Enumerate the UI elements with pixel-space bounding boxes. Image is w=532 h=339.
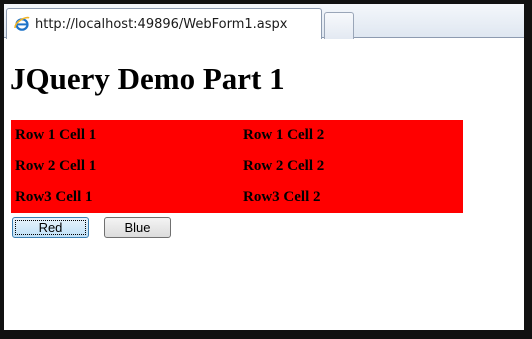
browser-window: http://localhost:49896/WebForm1.aspx JQu… — [0, 0, 532, 339]
demo-table: Row 1 Cell 1 Row 1 Cell 2 Row 2 Cell 1 R… — [11, 120, 463, 213]
red-button[interactable]: Red — [12, 217, 89, 238]
table-row: Row 2 Cell 1 Row 2 Cell 2 — [11, 151, 463, 182]
table-cell: Row 2 Cell 1 — [15, 158, 97, 174]
page-heading: JQuery Demo Part 1 — [10, 61, 285, 96]
table-row: Row 1 Cell 1 Row 1 Cell 2 — [11, 120, 463, 151]
page-content: JQuery Demo Part 1 Row 1 Cell 1 Row 1 Ce… — [4, 39, 524, 330]
tab-title: http://localhost:49896/WebForm1.aspx — [35, 16, 288, 32]
table-cell: Row 1 Cell 2 — [243, 127, 325, 143]
table-cell: Row3 Cell 2 — [243, 189, 321, 205]
tab-bar: http://localhost:49896/WebForm1.aspx — [4, 4, 524, 39]
blue-button[interactable]: Blue — [104, 217, 171, 238]
ie-icon — [14, 16, 30, 31]
new-tab-button[interactable] — [324, 12, 354, 39]
table-cell: Row 1 Cell 1 — [15, 127, 97, 143]
table-cell: Row3 Cell 1 — [15, 189, 93, 205]
active-tab[interactable]: http://localhost:49896/WebForm1.aspx — [6, 8, 322, 39]
table-row: Row3 Cell 1 Row3 Cell 2 — [11, 182, 463, 213]
table-cell: Row 2 Cell 2 — [243, 158, 325, 174]
